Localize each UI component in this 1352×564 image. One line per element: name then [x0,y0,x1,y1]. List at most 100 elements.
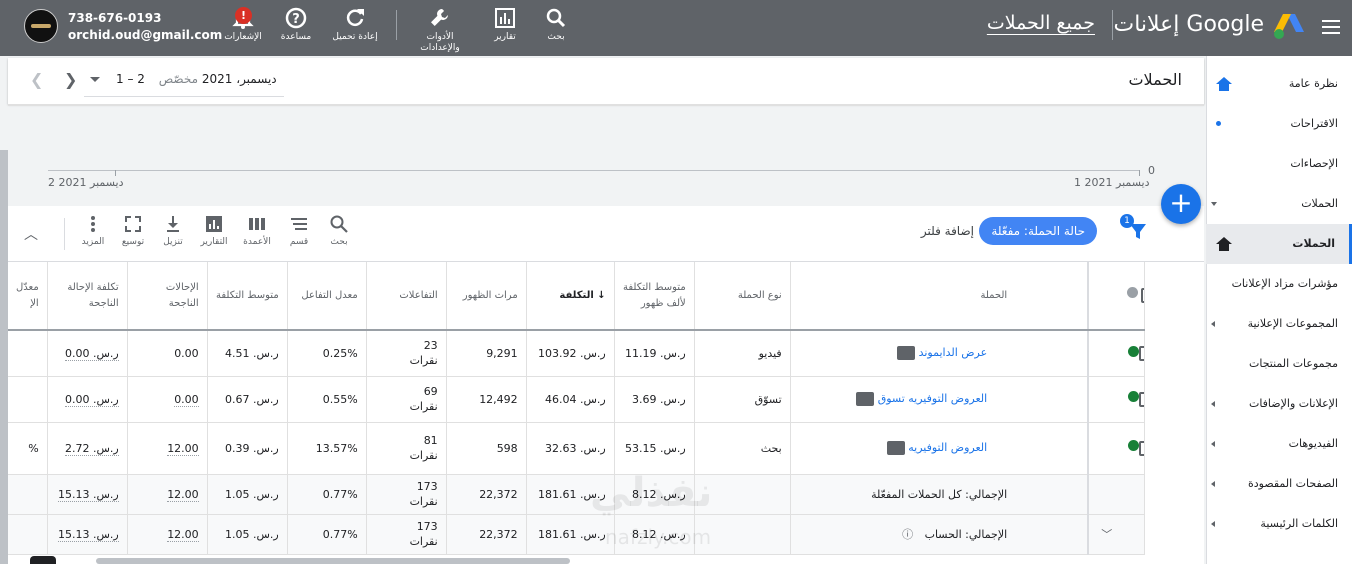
col-header-cost[interactable]: التكلفة ↓ [526,262,615,331]
col-header-interaction-rate[interactable]: معدل التفاعل [287,262,367,331]
col-header-conv-rate[interactable]: معدّل الإ [8,262,48,331]
divider [1112,10,1113,40]
table-row[interactable]: % ر.س. 2.72 12.00 ر.س. 0.39 13.57% 81 نقر… [8,422,1145,475]
collapse-chart-icon[interactable]: ︿ [24,224,38,244]
refresh-button[interactable]: إعادة تحميل [323,6,387,43]
sidebar-item-keywords[interactable]: الكلمات الرئيسية [1206,504,1352,544]
expand-icon [125,216,141,232]
campaigns-table: معدّل الإ تكلفة الإحالة الناجحة الإحالات… [8,262,1145,555]
brand-name: إعلانات Google [1113,12,1264,37]
col-header-avg-cpm[interactable]: متوسط التكلفة لألف ظهور [614,262,695,331]
dot-icon [1216,121,1221,126]
help-icon: ? [285,7,307,29]
tools-settings-button[interactable]: الأدوات والإعدادات [408,6,472,54]
expand-button[interactable]: توسيع [113,214,153,247]
campaign-cell: عرض الدايموند [790,330,1090,377]
campaign-link[interactable]: العروض التوفيريه [908,441,987,454]
filter-count-badge: 1 [1120,214,1134,228]
divider [84,96,284,97]
sidebar-item-ad-groups[interactable]: المجموعات الإعلانية [1206,304,1352,344]
chevron-down-icon [1211,202,1217,206]
video-campaign-icon [897,346,916,361]
enabled-status-icon[interactable] [1128,440,1140,452]
total-row-enabled: ر.س. 15.13 12.00 ر.س. 1.05 0.77% 173 نقرا… [8,474,1145,515]
more-button[interactable]: المزيد [73,214,113,247]
sidebar-item-product-groups[interactable]: مجموعات المنتجات [1206,344,1352,384]
sidebar-item-ads-extensions[interactable]: الإعلانات والإضافات [1206,384,1352,424]
table-search-button[interactable]: بحث [319,214,359,247]
total-label-cell: ⓘ الإجمالي: الحساب [790,514,1090,555]
sidebar-item-campaigns-group[interactable]: الحملات [1206,184,1352,224]
more-icon [91,216,95,232]
account-phone: 738-676-0193 [68,11,162,25]
chevron-down-icon[interactable] [90,77,100,82]
previous-period-icon[interactable]: ❮ [30,70,43,89]
sidebar-item-recommendations[interactable]: الاقتراحات [1206,104,1352,144]
table-row[interactable]: ر.س. 0.00 0.00 ر.س. 0.67 0.55% 69 نقرات 1… [8,376,1145,423]
search-icon [330,215,348,233]
col-header-conversions[interactable]: الإحالات الناجحة [127,262,208,331]
watermark: nafzly.com [605,525,712,549]
col-header-type[interactable]: نوع الحملة [694,262,791,331]
horizontal-scrollbar[interactable] [96,558,570,564]
side-panel-edge [0,150,8,564]
watermark: نفذلي [590,470,713,516]
avatar[interactable] [24,9,58,43]
sidebar-item-auction-insights[interactable]: مؤشرات مزاد الإعلانات [1206,264,1352,304]
chevron-left-icon [1211,321,1215,327]
next-period-icon[interactable]: ❯ [64,70,77,89]
download-button[interactable]: تنزيل [153,214,193,247]
col-header-campaign[interactable]: الحملة [790,262,1090,331]
campaign-status-filter-chip[interactable]: حالة الحملة: مفعّلة [979,217,1097,245]
search-icon [546,8,566,28]
reports-tool-button[interactable]: تقارير [473,6,537,43]
col-header-impressions[interactable]: مرات الظهور [446,262,527,331]
sidebar-item-overview[interactable]: نظرة عامة [1206,64,1352,104]
add-filter-button[interactable]: إضافة فلتر [921,224,974,238]
col-header-select [1088,262,1145,331]
reports-button[interactable]: التقارير [194,214,234,247]
columns-button[interactable]: الأعمدة [237,214,277,247]
campaign-link[interactable]: العروض التوفيريه تسوق [878,392,988,405]
table-row[interactable]: ر.س. 0.00 0.00 ر.س. 4.51 0.25% 23 نقرات 9… [8,330,1145,377]
divider [396,10,397,40]
help-icon[interactable]: ⓘ [902,528,913,541]
total-label: الإجمالي: الحساب [924,528,1008,541]
sidebar-item-insights[interactable]: الإحصاءات [1206,144,1352,184]
menu-icon[interactable] [1320,16,1342,38]
home-icon [1216,77,1232,91]
performance-chart: 0 1 ديسمبر 2021 2 ديسمبر 2021 [8,106,1204,202]
enabled-status-icon[interactable] [1128,345,1140,357]
row-checkbox[interactable] [1139,440,1144,456]
date-type: مخصّص [158,72,198,86]
sidebar-item-landing-pages[interactable]: الصفحات المقصودة [1206,464,1352,504]
top-bar: إعلانات Google جميع الحملات بحث تقارير ا… [0,0,1352,56]
col-header-avg-cost[interactable]: متوسط التكلفة [207,262,288,331]
total-row-account: ر.س. 15.13 12.00 ر.س. 1.05 0.77% 173 نقرا… [8,514,1145,555]
col-header-interactions[interactable]: التفاعلات [366,262,447,331]
date-range-picker[interactable]: 1 – 2 ديسمبر، 2021 مخصّص [116,72,277,86]
columns-icon [249,218,265,230]
account-name[interactable]: جميع الحملات [987,12,1095,34]
sidebar-item-videos[interactable]: الفيديوهات [1206,424,1352,464]
row-checkbox[interactable] [1139,346,1144,361]
col-header-cost-per-conv[interactable]: تكلفة الإحالة الناجحة [47,262,128,331]
campaign-link[interactable]: عرض الدايموند [919,346,988,359]
add-campaign-button[interactable]: + [1161,184,1201,224]
enabled-status-icon[interactable] [1128,391,1140,403]
campaign-cell: العروض التوفيريه [790,422,1090,475]
row-checkbox[interactable] [1139,391,1144,407]
select-all-checkbox[interactable] [1141,287,1144,303]
segment-button[interactable]: قسم [279,214,319,247]
sidebar-item-campaigns[interactable]: الحملات [1206,224,1352,264]
x-tick-label: 2 ديسمبر 2021 [48,176,124,189]
chevron-down-icon[interactable]: ﹀ [1088,514,1145,555]
page-title: الحملات [1128,70,1182,89]
feedback-icon[interactable] [30,556,56,564]
chevron-left-icon [1211,521,1215,527]
report-icon [206,216,222,232]
wrench-icon [431,9,448,26]
status-header-icon [1126,287,1138,298]
user-info[interactable]: 738-676-0193 orchid.oud@gmail.com [68,10,222,44]
refresh-icon [346,9,364,26]
